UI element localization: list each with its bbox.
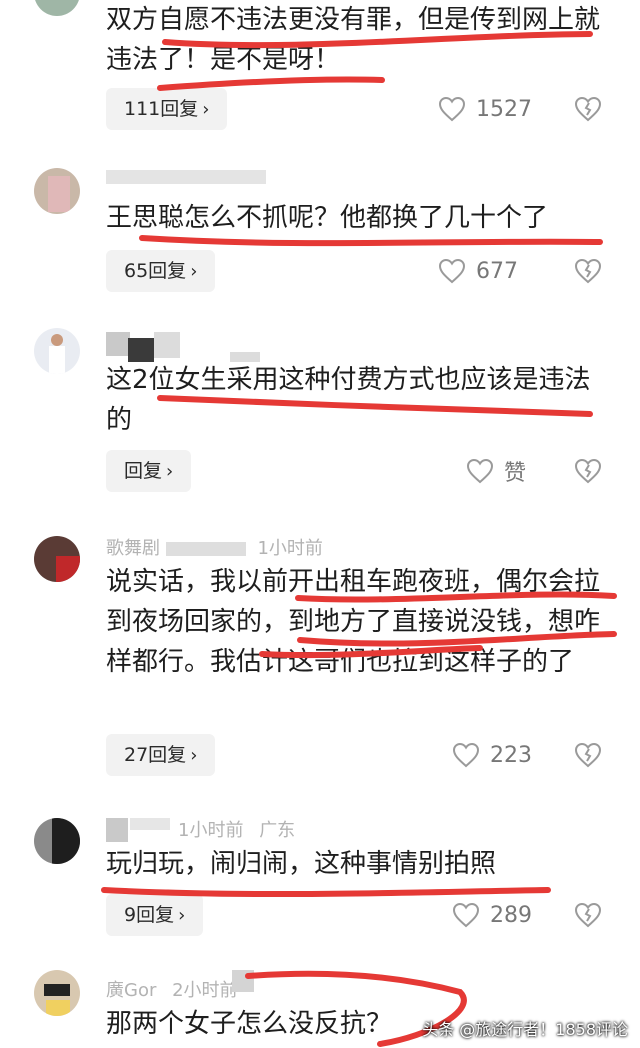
dislike-button[interactable] — [572, 88, 604, 130]
comment-meta: 廣Gor 2小时前 — [106, 976, 238, 1002]
comment-text: 这2位女生采用这种付费方式也应该是违法的 — [106, 365, 591, 435]
red-underline-marks — [101, 31, 617, 1047]
broken-heart-icon — [574, 902, 602, 928]
username-redacted — [154, 332, 180, 358]
comment-text: 双方自愿不违法更没有罪，但是传到网上就违法了！是不是呀！ — [106, 5, 601, 75]
username-redacted — [106, 818, 128, 842]
comment-location: 广东 — [259, 820, 296, 841]
heart-icon — [438, 96, 466, 122]
like-count: 1527 — [476, 96, 532, 122]
comment-text: 玩归玩，闹归闹，这种事情别拍照 — [106, 849, 497, 879]
reply-button[interactable]: 回复 › — [106, 450, 192, 492]
chevron-right-icon: › — [178, 905, 186, 926]
reply-count: 65回复 — [124, 260, 187, 282]
like-label: 赞 — [504, 461, 527, 486]
like-count: 223 — [490, 742, 532, 768]
chevron-right-icon: › — [190, 261, 198, 282]
comment-text: 王思聪怎么不抓呢？他都换了几十个了 — [106, 203, 549, 233]
dislike-button[interactable] — [572, 250, 604, 292]
avatar[interactable] — [34, 970, 80, 1016]
reply-count: 111回复 — [124, 98, 199, 120]
comment-meta: 歌舞剧 1小时前 — [106, 534, 323, 560]
chevron-right-icon: › — [202, 99, 210, 120]
broken-heart-icon — [574, 258, 602, 284]
dislike-button[interactable] — [572, 734, 604, 776]
comment-text: 那两个女子怎么没反抗？ — [106, 1009, 393, 1039]
watermark: 头条 @旅途行者！1858评论 — [422, 1020, 628, 1039]
username-redacted — [232, 970, 254, 992]
heart-icon — [466, 458, 494, 484]
heart-icon — [452, 902, 480, 928]
like-button[interactable]: 1527 — [438, 88, 532, 130]
reply-button[interactable]: 65回复 › — [106, 250, 216, 292]
heart-icon — [452, 742, 480, 768]
reply-button[interactable]: 27回复 › — [106, 734, 216, 776]
broken-heart-icon — [574, 458, 602, 484]
broken-heart-icon — [574, 96, 602, 122]
comment-time: 1小时前 — [257, 538, 323, 559]
like-button[interactable]: 223 — [452, 734, 532, 776]
chevron-right-icon: › — [166, 461, 174, 482]
reply-label: 回复 — [124, 460, 163, 482]
heart-icon — [438, 258, 466, 284]
broken-heart-icon — [574, 742, 602, 768]
like-count: 289 — [490, 902, 532, 928]
like-button[interactable]: 677 — [438, 250, 518, 292]
avatar[interactable] — [34, 328, 80, 374]
username[interactable]: 廣Gor — [106, 980, 156, 1001]
reply-count: 27回复 — [124, 744, 187, 766]
comment-time: 1小时前 — [178, 820, 244, 841]
username[interactable]: 歌舞剧 — [106, 538, 160, 559]
like-count: 677 — [476, 258, 518, 284]
username-redacted — [128, 338, 154, 362]
comment-meta: 1小时前 广东 — [178, 816, 295, 842]
avatar[interactable] — [34, 536, 80, 582]
reply-button[interactable]: 111回复 › — [106, 88, 228, 130]
avatar[interactable] — [34, 0, 80, 16]
reply-count: 9回复 — [124, 904, 175, 926]
like-button[interactable]: 赞 — [466, 450, 526, 492]
comment-text: 说实话，我以前开出租车跑夜班，偶尔会拉到夜场回家的，到地方了直接说没钱，想咋样都… — [106, 567, 601, 677]
username-redacted — [130, 818, 170, 830]
avatar[interactable] — [34, 818, 80, 864]
avatar[interactable] — [34, 168, 80, 214]
comment-time: 2小时前 — [172, 980, 238, 1001]
like-button[interactable]: 289 — [452, 894, 532, 936]
dislike-button[interactable] — [572, 894, 604, 936]
reply-button[interactable]: 9回复 › — [106, 894, 204, 936]
chevron-right-icon: › — [190, 745, 198, 766]
username-redacted — [106, 332, 130, 356]
dislike-button[interactable] — [572, 450, 604, 492]
username-redacted — [106, 170, 266, 184]
